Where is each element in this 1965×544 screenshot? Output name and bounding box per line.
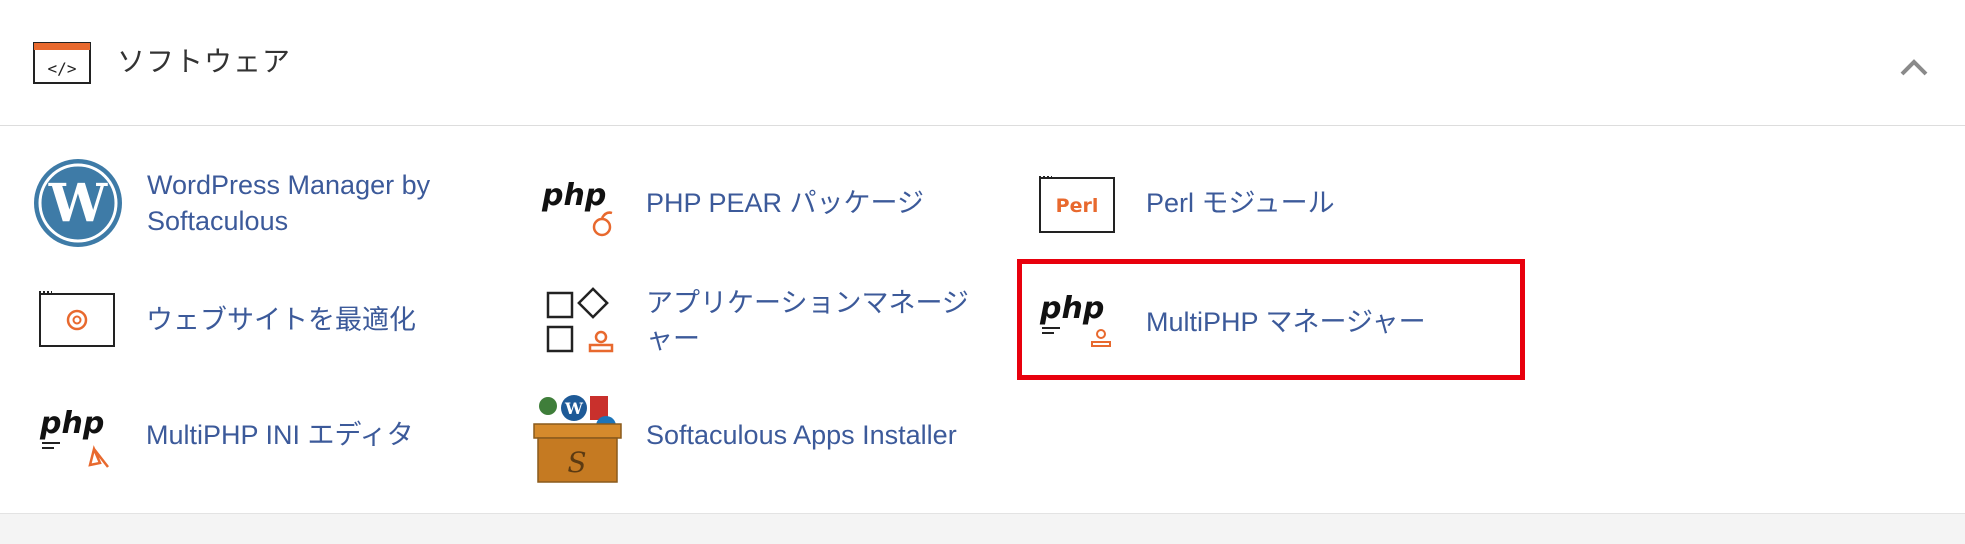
softaculous-installer-label: Softaculous Apps Installer	[646, 420, 957, 450]
perl-modules-link[interactable]: Perl Perl モジュール	[1038, 175, 1458, 235]
application-manager-link[interactable]: アプリケーションマネージャー	[545, 285, 985, 363]
software-panel: </> ソフトウェア W WordPress Manager by Softac…	[0, 0, 1965, 514]
php-pear-link[interactable]: php PHP PEAR パッケージ	[540, 175, 980, 245]
svg-text:W: W	[564, 399, 584, 418]
optimize-website-link[interactable]: ウェブサイトを最適化	[38, 290, 458, 350]
chevron-up-icon[interactable]	[1896, 52, 1932, 80]
svg-text:S: S	[567, 446, 586, 479]
softaculous-icon: W S	[533, 395, 622, 483]
wordpress-icon: W	[34, 159, 122, 247]
multiphp-ini-editor-label: MultiPHP INI エディタ	[146, 420, 414, 450]
svg-text:php: php	[39, 406, 104, 441]
multiphp-ini-editor-link[interactable]: php MultiPHP INI エディタ	[38, 405, 458, 475]
optimize-website-label: ウェブサイトを最適化	[146, 305, 416, 335]
php-pear-label: PHP PEAR パッケージ	[646, 188, 925, 218]
svg-text:php: php	[1039, 291, 1104, 326]
code-window-icon: </>	[33, 42, 91, 84]
multiphp-manager-label: MultiPHP マネージャー	[1146, 307, 1426, 337]
section-header[interactable]: </> ソフトウェア	[0, 0, 1965, 126]
wordpress-manager-label: WordPress Manager by Softaculous	[147, 170, 431, 236]
section-title: ソフトウェア	[117, 46, 292, 77]
svg-text:Perl: Perl	[1056, 195, 1099, 217]
svg-text:php: php	[541, 178, 606, 213]
optimize-website-icon	[39, 291, 115, 347]
multiphp-ini-editor-icon: php	[39, 406, 109, 468]
application-manager-icon	[546, 287, 614, 353]
multiphp-manager-link[interactable]: php MultiPHP マネージャー	[1038, 290, 1458, 360]
perl-modules-label: Perl モジュール	[1146, 188, 1335, 218]
softaculous-installer-link[interactable]: W S Softaculous Apps Installer	[530, 390, 1010, 485]
svg-text:W: W	[48, 173, 109, 234]
svg-text:</>: </>	[48, 59, 77, 78]
multiphp-manager-icon: php	[1039, 291, 1111, 347]
perl-icon: Perl	[1039, 176, 1115, 233]
application-manager-label: アプリケーションマネージャー	[646, 288, 969, 354]
wordpress-manager-link[interactable]: W WordPress Manager by Softaculous	[33, 158, 493, 248]
php-pear-icon: php	[541, 178, 613, 237]
